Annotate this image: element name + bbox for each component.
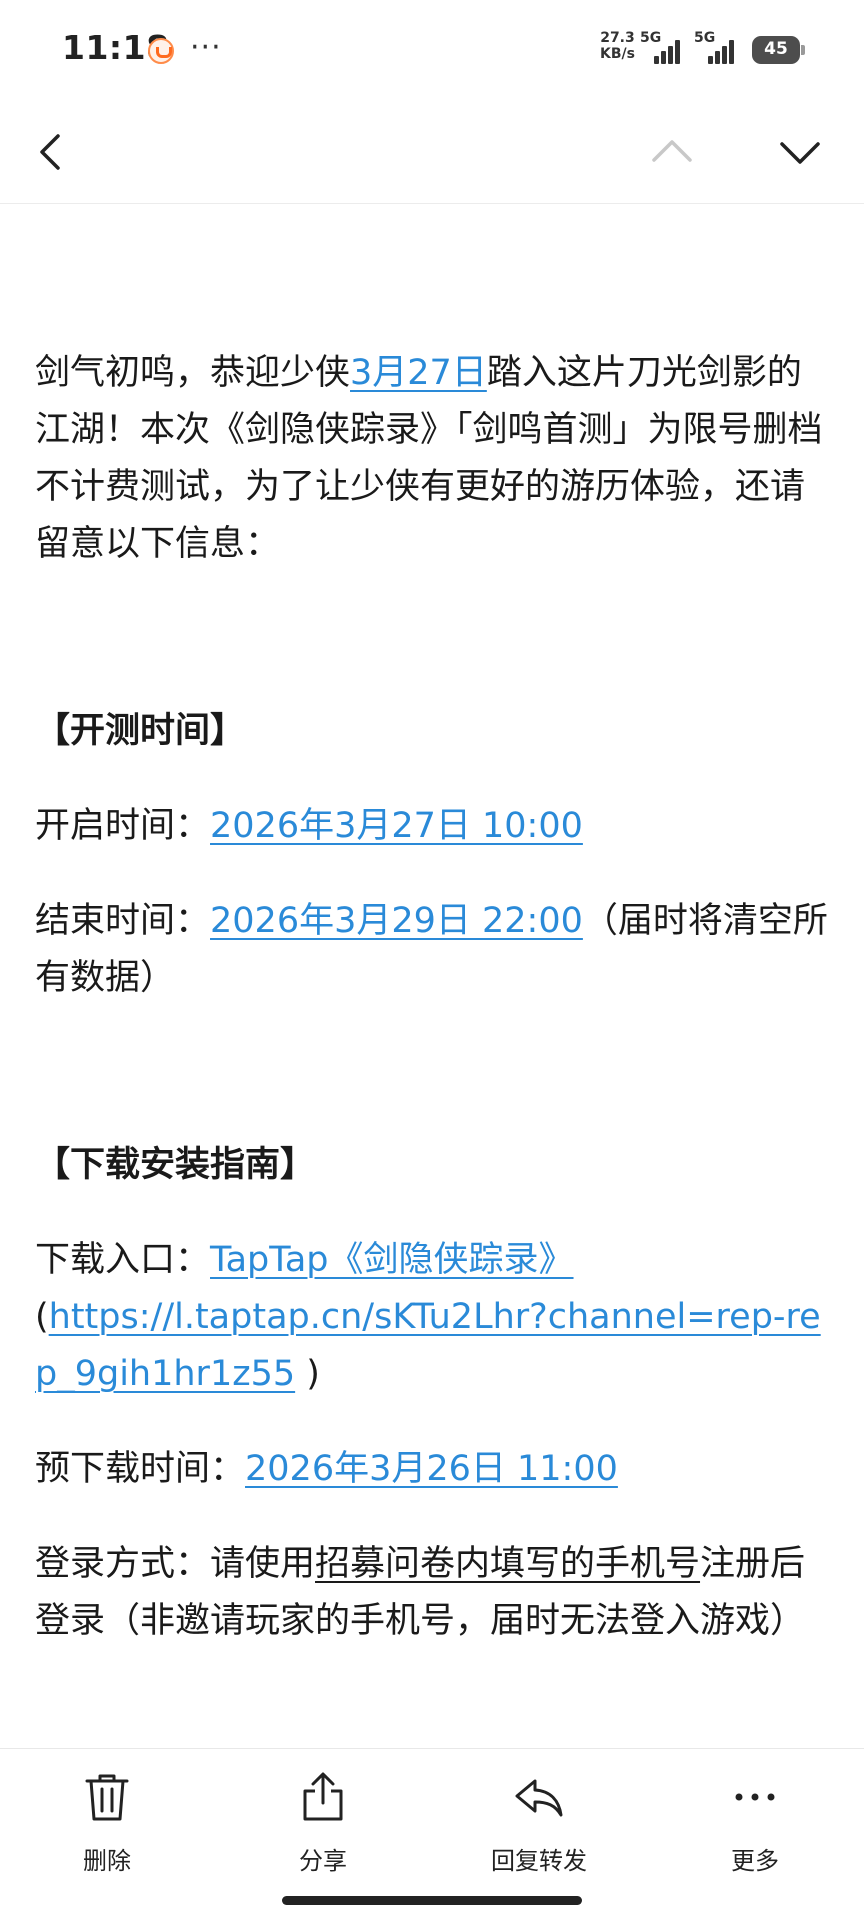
previous-email-button[interactable]: [642, 122, 702, 182]
intro-date-link[interactable]: 3月27日: [350, 353, 487, 393]
delete-label: 删除: [83, 1847, 131, 1875]
predownload-label: 预下载时间：: [35, 1449, 246, 1489]
reply-forward-button[interactable]: 回复转发: [474, 1769, 604, 1889]
url-close-paren: ): [295, 1354, 320, 1394]
reply-forward-label: 回复转发: [491, 1847, 587, 1875]
signal-icon: 5G: [694, 30, 738, 64]
end-time-link[interactable]: 2026年3月29日 22:00: [210, 901, 583, 941]
start-time-label: 开启时间：: [35, 806, 211, 846]
share-button[interactable]: 分享: [258, 1769, 388, 1889]
network-speed-value: 27.3: [600, 30, 635, 46]
end-time-line: 结束时间：2026年3月29日 22:00（届时将清空所有数据）: [35, 893, 829, 1007]
back-arrow-icon: [40, 134, 60, 170]
share-icon: [295, 1769, 351, 1825]
network-speed-unit: KB/s: [600, 46, 635, 62]
sim1-label: 5G: [640, 30, 662, 46]
battery-level: 45: [764, 39, 788, 59]
login-underlined-text: 招募问卷内填写的手机号: [315, 1544, 701, 1584]
end-time-label: 结束时间：: [35, 901, 211, 941]
more-label: 更多: [731, 1847, 779, 1875]
more-notifications-icon: ···: [190, 30, 222, 65]
status-bar: 11:18 ··· 27.3 KB/s 5G 5G 45: [0, 0, 864, 100]
email-reader-screen: 11:18 ··· 27.3 KB/s 5G 5G 45 剑气初鸣，恭迎少侠3月…: [0, 0, 864, 1920]
network-speed: 27.3 KB/s: [600, 30, 635, 62]
download-url-link[interactable]: https://l.taptap.cn/sKTu2Lhr?channel=rep…: [35, 1297, 821, 1394]
bottom-toolbar: 删除 分享 回复转发 更多: [0, 1748, 864, 1920]
predownload-time-link[interactable]: 2026年3月26日 11:00: [245, 1449, 618, 1489]
download-line: 下载入口：TapTap《剑隐侠踪录》 (https://l.taptap.cn/s…: [35, 1232, 829, 1403]
taptap-link[interactable]: TapTap《剑隐侠踪录》: [210, 1240, 574, 1280]
start-time-link[interactable]: 2026年3月27日 10:00: [210, 806, 583, 846]
section-title-test-time: 【开测时间】: [35, 711, 246, 751]
predownload-line: 预下载时间：2026年3月26日 11:00: [35, 1441, 829, 1498]
email-body: 剑气初鸣，恭迎少侠3月27日踏入这片刀光剑影的江湖！本次《剑隐侠踪录》「剑鸣首测…: [35, 205, 829, 1650]
reply-icon: [511, 1769, 567, 1825]
home-indicator[interactable]: [282, 1896, 582, 1905]
trash-icon: [79, 1769, 135, 1825]
intro-paragraph: 剑气初鸣，恭迎少侠3月27日踏入这片刀光剑影的江湖！本次《剑隐侠踪录》「剑鸣首测…: [35, 345, 829, 573]
sim2-label: 5G: [694, 30, 716, 46]
top-nav-bar: [0, 100, 864, 204]
login-label: 登录方式：请使用: [35, 1544, 316, 1584]
app-notification-icon: [148, 38, 174, 64]
delete-button[interactable]: 删除: [42, 1769, 172, 1889]
more-icon: [727, 1769, 783, 1825]
chevron-up-icon: [652, 140, 692, 162]
intro-text: 剑气初鸣，恭迎少侠: [35, 353, 351, 393]
login-line: 登录方式：请使用招募问卷内填写的手机号注册后登录（非邀请玩家的手机号，届时无法登…: [35, 1536, 829, 1650]
more-button[interactable]: 更多: [690, 1769, 820, 1889]
next-email-button[interactable]: [770, 122, 830, 182]
back-button[interactable]: [20, 122, 80, 182]
start-time-line: 开启时间：2026年3月27日 10:00: [35, 798, 829, 855]
signal-icon: 5G: [640, 30, 684, 64]
download-label: 下载入口：: [35, 1240, 211, 1280]
battery-icon: 45: [752, 36, 805, 64]
url-open-paren: (: [35, 1297, 49, 1337]
section-title-download: 【下载安装指南】: [35, 1145, 316, 1185]
share-label: 分享: [299, 1847, 347, 1875]
chevron-down-icon: [780, 142, 820, 164]
